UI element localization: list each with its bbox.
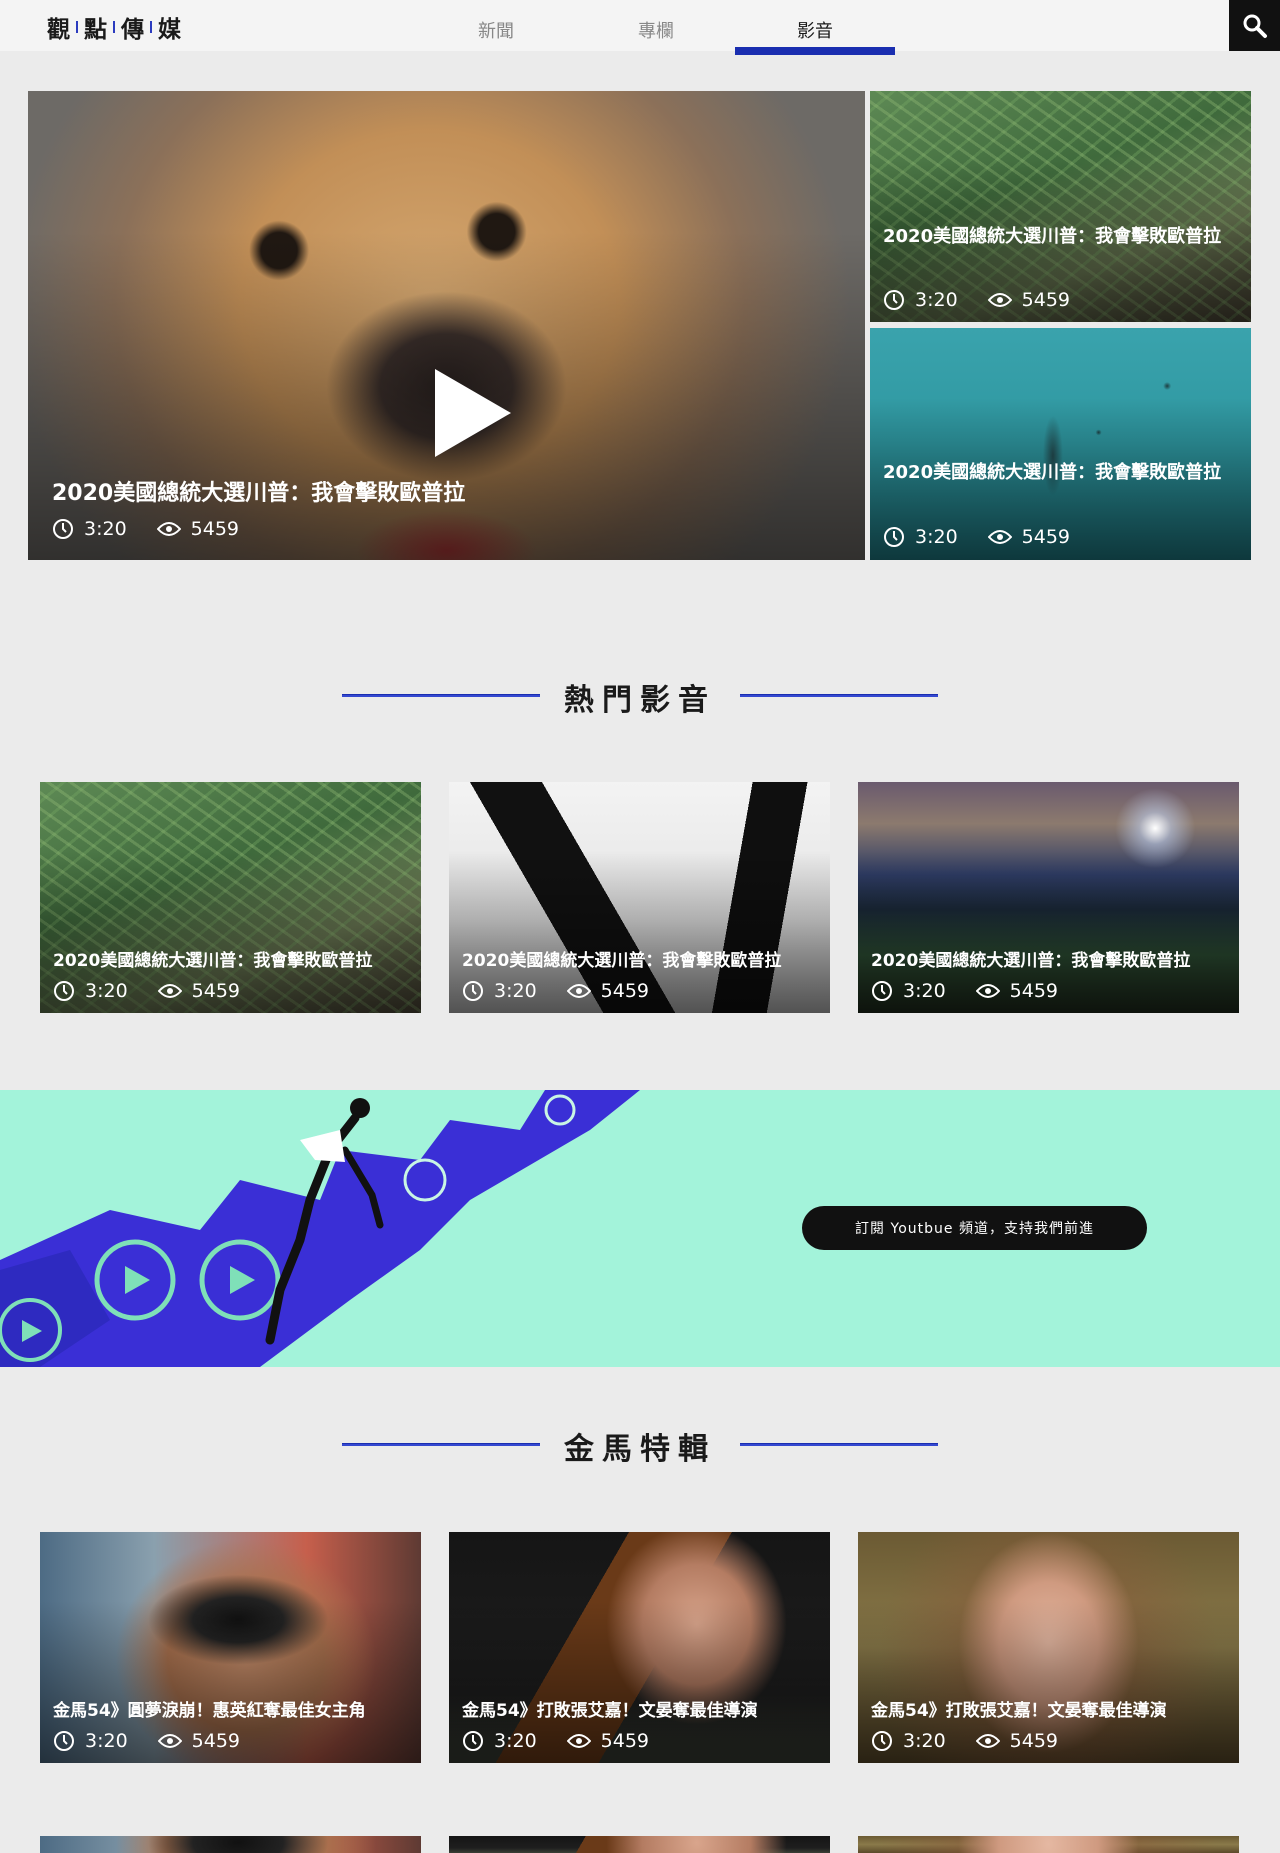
golden-horse-video-card[interactable]: 金馬54》打敗張艾嘉！文晏奪最佳導演 3:20 5459 xyxy=(449,1532,830,1763)
search-icon xyxy=(1243,14,1267,38)
logo-char: 點 xyxy=(84,17,107,43)
eye-icon xyxy=(566,983,591,999)
clock-icon xyxy=(53,980,75,1002)
golden-horse-video-card[interactable] xyxy=(858,1836,1239,1853)
section-title: 金馬特輯 xyxy=(564,1432,716,1467)
video-duration: 3:20 xyxy=(85,1730,128,1752)
video-duration: 3:20 xyxy=(915,289,958,311)
video-meta: 3:20 5459 xyxy=(871,1730,1058,1752)
clock-icon xyxy=(462,980,484,1002)
video-duration: 3:20 xyxy=(85,980,128,1002)
video-meta: 3:20 5459 xyxy=(53,980,240,1002)
subscribe-youtube-button[interactable]: 訂閱 Youtbue 頻道，支持我們前進 xyxy=(802,1206,1147,1250)
side-video-card[interactable]: 2020美國總統大選川普：我會擊敗歐普拉 3:20 5459 xyxy=(870,328,1251,560)
popular-video-card[interactable]: 2020美國總統大選川普：我會擊敗歐普拉 3:20 5459 xyxy=(858,782,1239,1013)
section-title: 熱門影音 xyxy=(564,683,716,718)
clock-icon xyxy=(871,1730,893,1752)
logo-separator xyxy=(113,21,115,33)
video-views: 5459 xyxy=(190,518,240,540)
golden-horse-video-card[interactable]: 金馬54》圓夢淚崩！惠英紅奪最佳女主角 3:20 5459 xyxy=(40,1532,421,1763)
tab-label: 新聞 xyxy=(478,21,514,42)
video-views: 5459 xyxy=(1009,1730,1059,1752)
section-heading-popular: 熱門影音 xyxy=(0,675,1280,718)
video-meta: 3:20 5459 xyxy=(52,518,239,540)
video-title: 2020美國總統大選川普：我會擊敗歐普拉 xyxy=(871,951,1191,971)
video-meta: 3:20 5459 xyxy=(462,980,649,1002)
side-video-card[interactable]: 2020美國總統大選川普：我會擊敗歐普拉 3:20 5459 xyxy=(870,91,1251,322)
section-heading-golden-horse: 金馬特輯 xyxy=(0,1424,1280,1467)
heading-rule xyxy=(342,694,540,697)
eye-icon xyxy=(566,1733,591,1749)
eye-icon xyxy=(157,1733,182,1749)
video-title: 金馬54》打敗張艾嘉！文晏奪最佳導演 xyxy=(462,1701,758,1721)
logo-char: 媒 xyxy=(158,17,181,43)
clock-icon xyxy=(53,1730,75,1752)
logo-char: 觀 xyxy=(47,17,70,43)
subscribe-banner: 訂閱 Youtbue 頻道，支持我們前進 xyxy=(0,1090,1280,1367)
tab-label: 影音 xyxy=(797,21,833,42)
eye-icon xyxy=(987,529,1012,545)
subscribe-button-label: 訂閱 Youtbue 頻道，支持我們前進 xyxy=(855,1221,1094,1237)
video-title: 2020美國總統大選川普：我會擊敗歐普拉 xyxy=(52,481,466,506)
banner-illustration xyxy=(0,1090,640,1367)
video-title: 金馬54》打敗張艾嘉！文晏奪最佳導演 xyxy=(871,1701,1167,1721)
eye-icon xyxy=(157,983,182,999)
video-title: 2020美國總統大選川普：我會擊敗歐普拉 xyxy=(883,462,1222,483)
eye-icon xyxy=(987,292,1012,308)
video-duration: 3:20 xyxy=(903,1730,946,1752)
popular-video-card[interactable]: 2020美國總統大選川普：我會擊敗歐普拉 3:20 5459 xyxy=(449,782,830,1013)
eye-icon xyxy=(156,521,181,537)
video-meta: 3:20 5459 xyxy=(883,526,1070,548)
video-duration: 3:20 xyxy=(494,1730,537,1752)
golden-horse-video-card[interactable] xyxy=(449,1836,830,1853)
clock-icon xyxy=(871,980,893,1002)
video-duration: 3:20 xyxy=(915,526,958,548)
hero-video-card[interactable]: 2020美國總統大選川普：我會擊敗歐普拉 3:20 5459 xyxy=(28,91,865,560)
site-header: 觀 點 傳 媒 新聞 專欄 影音 xyxy=(0,0,1280,55)
video-meta: 3:20 5459 xyxy=(871,980,1058,1002)
tab-news[interactable]: 新聞 xyxy=(416,0,576,55)
logo-char: 傳 xyxy=(121,17,144,43)
video-views: 5459 xyxy=(1021,526,1071,548)
video-title: 2020美國總統大選川普：我會擊敗歐普拉 xyxy=(883,226,1222,247)
logo-separator xyxy=(76,21,78,33)
video-meta: 3:20 5459 xyxy=(883,289,1070,311)
clock-icon xyxy=(462,1730,484,1752)
video-views: 5459 xyxy=(1009,980,1059,1002)
video-title: 2020美國總統大選川普：我會擊敗歐普拉 xyxy=(53,951,373,971)
tab-columns[interactable]: 專欄 xyxy=(576,0,736,55)
video-views: 5459 xyxy=(1021,289,1071,311)
video-views: 5459 xyxy=(191,1730,241,1752)
golden-horse-video-card[interactable]: 金馬54》打敗張艾嘉！文晏奪最佳導演 3:20 5459 xyxy=(858,1532,1239,1763)
tab-video[interactable]: 影音 xyxy=(735,0,895,55)
eye-icon xyxy=(975,1733,1000,1749)
clock-icon xyxy=(883,289,905,311)
video-title: 金馬54》圓夢淚崩！惠英紅奪最佳女主角 xyxy=(53,1701,366,1721)
clock-icon xyxy=(883,526,905,548)
logo-separator xyxy=(150,21,152,33)
video-views: 5459 xyxy=(600,980,650,1002)
heading-rule xyxy=(342,1443,540,1446)
video-duration: 3:20 xyxy=(903,980,946,1002)
site-logo[interactable]: 觀 點 傳 媒 xyxy=(47,10,181,44)
heading-rule xyxy=(740,694,938,697)
search-button[interactable] xyxy=(1229,0,1280,51)
tab-label: 專欄 xyxy=(638,21,674,42)
video-duration: 3:20 xyxy=(494,980,537,1002)
eye-icon xyxy=(975,983,1000,999)
golden-horse-video-card[interactable] xyxy=(40,1836,421,1853)
popular-video-card[interactable]: 2020美國總統大選川普：我會擊敗歐普拉 3:20 5459 xyxy=(40,782,421,1013)
video-views: 5459 xyxy=(191,980,241,1002)
video-views: 5459 xyxy=(600,1730,650,1752)
video-meta: 3:20 5459 xyxy=(53,1730,240,1752)
heading-rule xyxy=(740,1443,938,1446)
video-duration: 3:20 xyxy=(84,518,127,540)
video-meta: 3:20 5459 xyxy=(462,1730,649,1752)
video-title: 2020美國總統大選川普：我會擊敗歐普拉 xyxy=(462,951,782,971)
active-tab-indicator xyxy=(735,47,895,55)
clock-icon xyxy=(52,518,74,540)
play-icon[interactable] xyxy=(435,369,511,457)
